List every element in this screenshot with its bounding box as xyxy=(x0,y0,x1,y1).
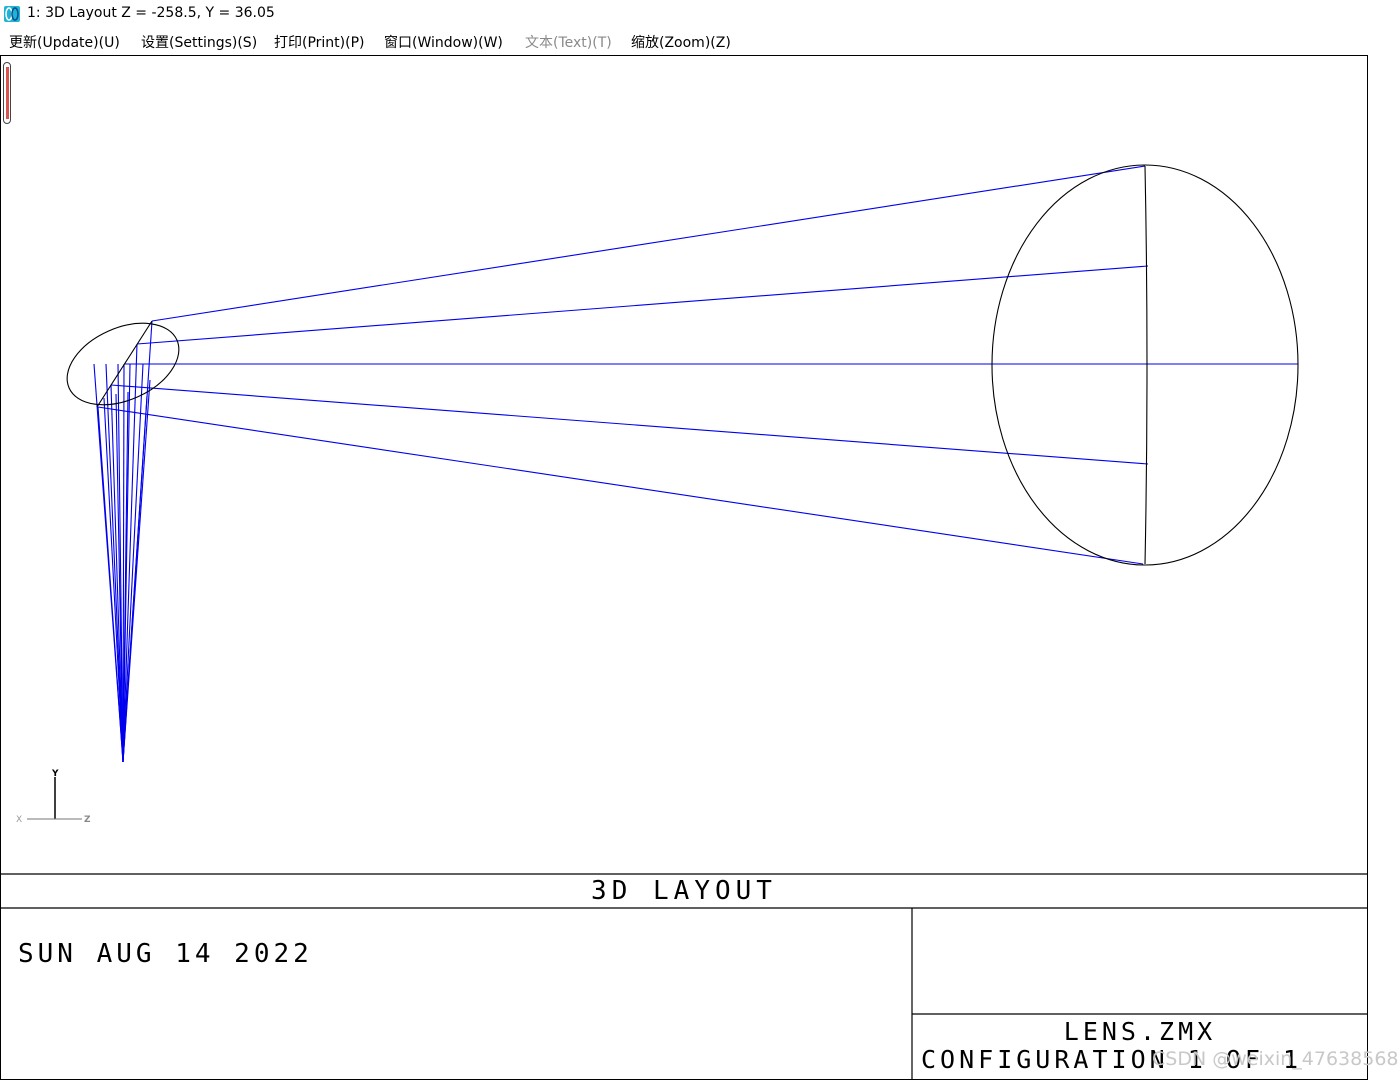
menu-print[interactable]: 打印(Print)(P) xyxy=(274,32,365,52)
plot-area[interactable] xyxy=(0,55,1368,1080)
vertical-scroll-grip[interactable] xyxy=(3,62,11,124)
menu-settings[interactable]: 设置(Settings)(S) xyxy=(141,32,257,52)
plot-date: SUN AUG 14 2022 xyxy=(18,939,313,969)
scroll-grip-indicator xyxy=(6,67,9,119)
watermark: CSDN @weixin_47638568 xyxy=(1152,1048,1399,1070)
lens-file-name: LENS.ZMX xyxy=(1063,1017,1217,1046)
zemax-app-icon xyxy=(4,6,20,22)
menu-zoom[interactable]: 缩放(Zoom)(Z) xyxy=(631,32,731,52)
plot-title: 3D LAYOUT xyxy=(591,876,777,906)
menu-text[interactable]: 文本(Text)(T) xyxy=(525,32,612,52)
menu-bar: 更新(Update)(U) 设置(Settings)(S) 打印(Print)(… xyxy=(0,28,1400,54)
menu-window[interactable]: 窗口(Window)(W) xyxy=(384,32,503,52)
menu-update[interactable]: 更新(Update)(U) xyxy=(9,32,120,52)
window-title: 1: 3D Layout Z = -258.5, Y = 36.05 xyxy=(27,5,275,21)
title-bar: 1: 3D Layout Z = -258.5, Y = 36.05 xyxy=(0,0,1400,28)
